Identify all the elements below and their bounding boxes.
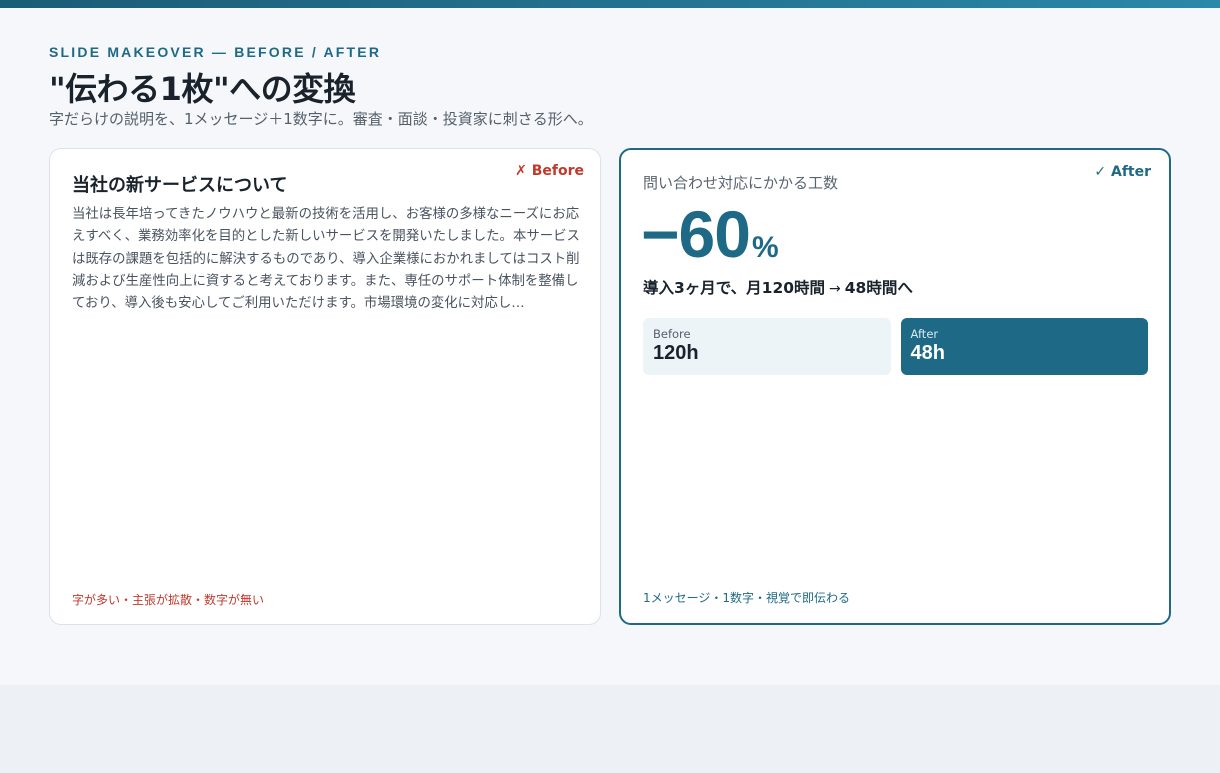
before-value: 120h <box>653 342 699 364</box>
before-body-text: 当社は長年培ってきたノウハウと最新の技術を活用し、お客様の多様なニーズにお応えす… <box>72 207 580 312</box>
before-footnote: 字が多い・主張が拡散・数字が無い <box>72 593 265 607</box>
metric-label: 問い合わせ対応にかかる工数 <box>643 174 839 192</box>
before-tag: ✗ Before <box>515 163 584 179</box>
top-accent-bar <box>0 0 1220 8</box>
after-tag: ✓ After <box>1094 164 1151 180</box>
before-card: ✗ Before 当社の新サービスについて 当社は長年培ってきたノウハウと最新の… <box>49 148 601 625</box>
after-footnote: 1メッセージ・1数字・視覚で即伝わる <box>643 591 851 605</box>
after-value-label: After <box>910 327 939 341</box>
after-value-box: After 48h <box>900 318 1148 375</box>
comparison-row: Before 120h After 48h <box>643 318 1148 375</box>
page-subtitle: 字だらけの説明を、1メッセージ＋1数字に。審査・面談・投資家に刺さる形へ。 <box>49 110 593 128</box>
eyebrow-label: SLIDE MAKEOVER — BEFORE / AFTER <box>49 44 382 60</box>
slide: SLIDE MAKEOVER — BEFORE / AFTER "伝わる1枚"へ… <box>0 0 1220 685</box>
big-metric-value: −60 <box>641 197 751 271</box>
arrow-right-icon: → <box>829 281 841 297</box>
change-to: 48時間へ <box>844 279 913 297</box>
page-title: "伝わる1枚"への変換 <box>49 70 356 108</box>
change-from: 導入3ヶ月で、月120時間 <box>643 279 826 297</box>
before-value-box: Before 120h <box>643 318 891 375</box>
after-value: 48h <box>910 342 945 364</box>
before-value-label: Before <box>653 327 691 341</box>
before-heading: 当社の新サービスについて <box>72 175 288 196</box>
change-summary: 導入3ヶ月で、月120時間 → 48時間へ <box>643 276 913 298</box>
big-metric-unit: % <box>751 231 779 264</box>
after-card: ✓ After 問い合わせ対応にかかる工数 −60% 導入3ヶ月で、月120時間… <box>619 148 1171 625</box>
big-metric: −60% <box>641 196 779 272</box>
